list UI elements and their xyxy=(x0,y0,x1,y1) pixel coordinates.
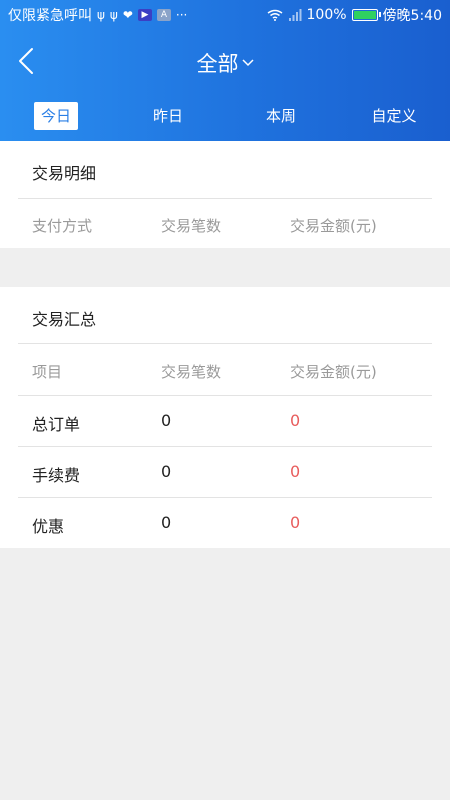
details-card: 交易明细 支付方式 交易笔数 交易金额(元) xyxy=(0,141,450,248)
summary-col-count: 交易笔数 xyxy=(161,363,222,381)
divider xyxy=(18,343,432,344)
wifi-icon xyxy=(267,9,282,21)
divider xyxy=(18,198,432,199)
clock: 傍晚5:40 xyxy=(382,8,442,24)
divider xyxy=(18,395,432,396)
tab-today[interactable]: 今日 xyxy=(34,102,78,130)
app-header: 仅限紧急呼叫 ψ ψ ❤ ▶ A ··· 100% 傍晚5:40 全部 今日 昨… xyxy=(0,0,450,141)
summary-title: 交易汇总 xyxy=(32,310,97,329)
signal-icon xyxy=(288,9,302,21)
title-bar: 全部 xyxy=(0,30,450,90)
status-left: 仅限紧急呼叫 ψ ψ ❤ ▶ A ··· xyxy=(8,5,187,25)
row-item: 优惠 xyxy=(32,517,65,536)
heart-rate-icon: ❤ xyxy=(122,8,133,22)
details-col-count: 交易笔数 xyxy=(161,217,222,235)
status-bar: 仅限紧急呼叫 ψ ψ ❤ ▶ A ··· 100% 傍晚5:40 xyxy=(0,0,450,30)
details-col-payment: 支付方式 xyxy=(32,217,93,235)
filter-dropdown[interactable]: 全部 xyxy=(0,48,450,78)
summary-col-item: 项目 xyxy=(32,363,63,381)
divider xyxy=(18,446,432,447)
page-title: 全部 xyxy=(196,52,239,76)
details-title: 交易明细 xyxy=(32,164,97,183)
summary-card: 交易汇总 项目 交易笔数 交易金额(元) 总订单 0 0 手续费 0 0 优惠 … xyxy=(0,287,450,548)
row-amount: 0 xyxy=(290,513,301,532)
row-count: 0 xyxy=(161,513,172,532)
usb-icon: ψ xyxy=(97,8,105,22)
a-app-icon: A xyxy=(156,9,171,21)
more-dots-icon: ··· xyxy=(175,8,188,22)
row-count: 0 xyxy=(161,462,172,481)
tab-yesterday[interactable]: 昨日 xyxy=(145,102,191,130)
divider xyxy=(18,497,432,498)
row-count: 0 xyxy=(161,411,172,430)
status-right: 100% 傍晚5:40 xyxy=(267,5,442,25)
usb-icon: ψ xyxy=(109,8,118,22)
battery-icon xyxy=(351,9,381,21)
row-item: 手续费 xyxy=(32,466,81,485)
chevron-down-icon xyxy=(241,59,254,67)
date-tabs: 今日 昨日 本周 自定义 xyxy=(0,102,450,130)
row-item: 总订单 xyxy=(32,415,81,434)
details-col-amount: 交易金额(元) xyxy=(290,217,377,235)
tab-this-week[interactable]: 本周 xyxy=(258,102,304,130)
tab-custom[interactable]: 自定义 xyxy=(364,102,424,130)
row-amount: 0 xyxy=(290,462,301,481)
summary-col-amount: 交易金额(元) xyxy=(290,363,377,381)
row-amount: 0 xyxy=(290,411,301,430)
battery-percent: 100% xyxy=(306,7,347,23)
play-store-icon: ▶ xyxy=(137,9,152,21)
carrier-text: 仅限紧急呼叫 xyxy=(8,8,92,24)
